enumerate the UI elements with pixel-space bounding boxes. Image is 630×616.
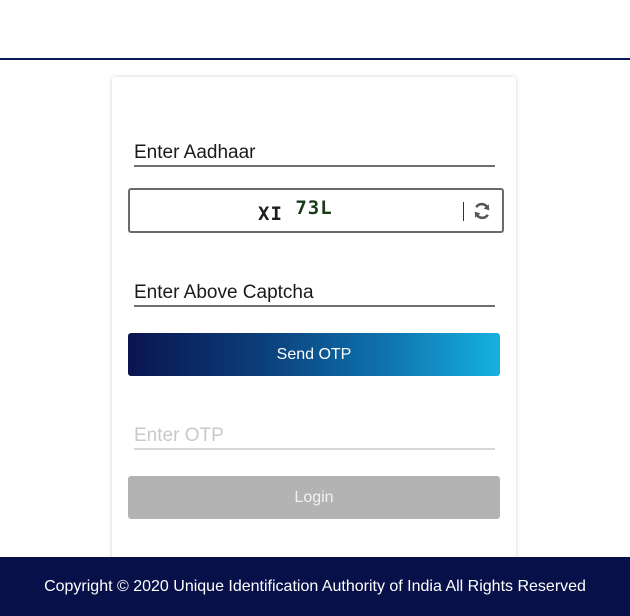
refresh-icon[interactable] <box>472 201 492 221</box>
otp-input[interactable] <box>134 424 495 450</box>
login-page: XI 73L Send OTP Login Copyright © 2020 U… <box>0 0 630 616</box>
captcha-image: XI 73L <box>258 197 333 225</box>
aadhaar-input[interactable] <box>134 141 495 167</box>
captcha-divider <box>463 202 464 221</box>
copyright-text: Copyright © 2020 Unique Identification A… <box>44 577 586 595</box>
send-otp-button[interactable]: Send OTP <box>128 333 500 376</box>
login-card: XI 73L Send OTP Login <box>112 77 516 567</box>
login-button[interactable]: Login <box>128 476 500 519</box>
captcha-text-part1: XI <box>258 203 283 225</box>
captcha-box: XI 73L <box>128 188 504 233</box>
captcha-text-part2: 73L <box>295 197 333 219</box>
header-divider <box>0 58 630 60</box>
captcha-input[interactable] <box>134 281 495 307</box>
footer: Copyright © 2020 Unique Identification A… <box>0 557 630 616</box>
